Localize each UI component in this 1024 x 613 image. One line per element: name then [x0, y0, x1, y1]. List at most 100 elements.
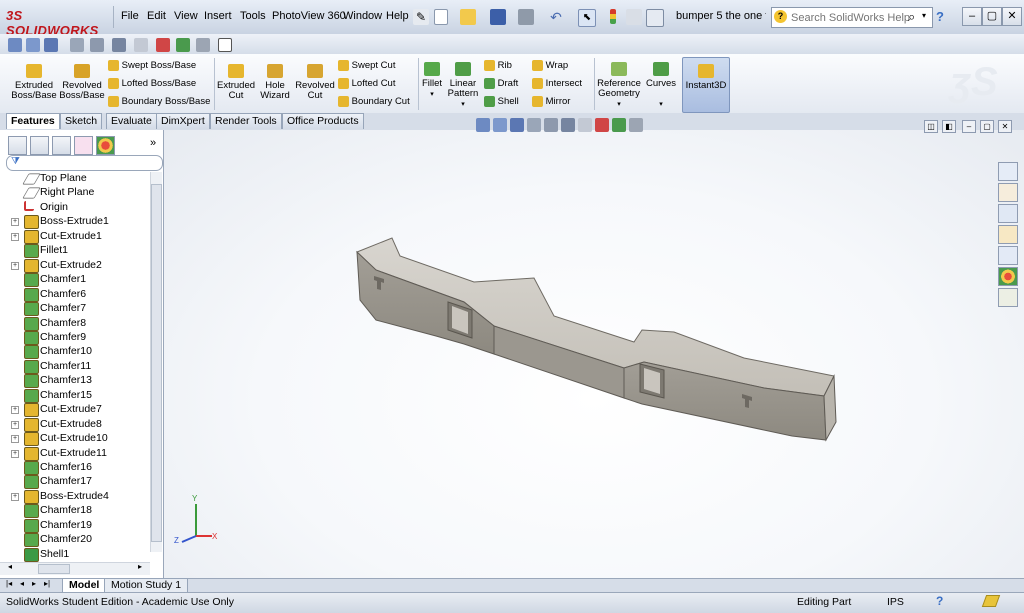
previous-view-icon[interactable]: [44, 38, 58, 52]
draft-button[interactable]: Draft: [484, 78, 518, 89]
tree-filter[interactable]: ⧩: [6, 155, 163, 171]
fillet-button[interactable]: Fillet ▾: [420, 62, 444, 100]
tree-item[interactable]: Chamfer16: [0, 460, 150, 475]
tree-item[interactable]: Chamfer1: [0, 272, 150, 288]
menu-help[interactable]: Help: [386, 10, 409, 22]
scroll-left-icon[interactable]: ◂: [8, 562, 12, 571]
expand-icon[interactable]: +: [11, 218, 19, 227]
swept-boss-button[interactable]: Swept Boss/Base: [108, 60, 196, 71]
mirror-button[interactable]: Mirror: [532, 96, 570, 107]
linear-pattern-button[interactable]: Linear Pattern ▾: [446, 62, 480, 110]
search-input[interactable]: [789, 9, 911, 26]
prev-tab-icon[interactable]: ◂: [20, 579, 24, 588]
tree-item[interactable]: + Cut-Extrude8: [0, 417, 150, 432]
extruded-boss-button[interactable]: Extruded Boss/Base: [10, 64, 58, 101]
last-tab-icon[interactable]: ▸|: [44, 579, 50, 588]
tree-item[interactable]: + Cut-Extrude10: [0, 431, 150, 447]
edit-appearance-icon[interactable]: [156, 38, 170, 52]
undo-icon[interactable]: ↶: [548, 9, 564, 25]
section-view-icon[interactable]: [70, 38, 84, 52]
intersect-button[interactable]: Intersect: [532, 78, 582, 89]
tree-scroll-thumb[interactable]: [151, 184, 162, 542]
tree-item[interactable]: Chamfer10: [0, 344, 150, 360]
menu-view[interactable]: View: [174, 10, 198, 22]
tree-item[interactable]: + Cut-Extrude2: [0, 258, 150, 273]
apply-scene-icon[interactable]: [176, 38, 190, 52]
tree-item[interactable]: Chamfer11: [0, 359, 150, 374]
configuration-manager-tab-icon[interactable]: [52, 136, 71, 155]
feature-manager-tab-icon[interactable]: [8, 136, 27, 155]
hole-wizard-button[interactable]: Hole Wizard: [256, 64, 294, 101]
bottom-tab-motion-study-1[interactable]: Motion Study 1: [104, 578, 189, 593]
tree-item[interactable]: Top Plane: [0, 171, 150, 185]
solidworks-logo[interactable]: 3S SOLIDWORKS: [6, 8, 110, 38]
tab-features[interactable]: Features: [6, 113, 60, 129]
menu-file[interactable]: File: [121, 10, 139, 22]
boundary-cut-button[interactable]: Boundary Cut: [338, 96, 410, 107]
search-dropdown-icon[interactable]: ▾: [922, 11, 926, 20]
expand-icon[interactable]: +: [11, 435, 19, 444]
expand-icon[interactable]: +: [11, 232, 19, 241]
tree-item[interactable]: Chamfer13: [0, 373, 150, 389]
status-units-text[interactable]: IPS: [887, 596, 904, 608]
options-icon[interactable]: [646, 9, 664, 27]
extruded-cut-button[interactable]: Extruded Cut: [216, 64, 256, 101]
status-help-button[interactable]: ?: [936, 594, 943, 608]
cube-icon[interactable]: [218, 38, 232, 52]
tab-office-products[interactable]: Office Products: [282, 113, 364, 129]
rib-button[interactable]: Rib: [484, 60, 512, 71]
tree-item[interactable]: Chamfer15: [0, 388, 150, 403]
view-settings-icon[interactable]: [196, 38, 210, 52]
display-manager-tab-icon[interactable]: [96, 136, 115, 155]
tree-item[interactable]: Chamfer6: [0, 287, 150, 302]
open-document-icon[interactable]: [460, 9, 476, 25]
minimize-button[interactable]: –: [962, 7, 982, 26]
expand-icon[interactable]: +: [11, 406, 19, 415]
save-icon[interactable]: [490, 9, 506, 25]
expand-panel-icon[interactable]: »: [150, 137, 156, 149]
revolved-cut-button[interactable]: Revolved Cut: [294, 64, 336, 101]
rebuild-icon[interactable]: [610, 9, 616, 24]
menu-window[interactable]: Window: [343, 10, 382, 22]
tab-render-tools[interactable]: Render Tools: [210, 113, 282, 129]
lofted-boss-button[interactable]: Lofted Boss/Base: [108, 78, 196, 89]
curves-button[interactable]: Curves ▾: [644, 62, 678, 110]
tree-item[interactable]: Chamfer17: [0, 474, 150, 490]
lofted-cut-button[interactable]: Lofted Cut: [338, 78, 395, 89]
print-icon[interactable]: [518, 9, 534, 25]
boundary-boss-button[interactable]: Boundary Boss/Base: [108, 96, 210, 107]
hide-show-icon[interactable]: [134, 38, 148, 52]
tree-item[interactable]: Chamfer18: [0, 503, 150, 519]
first-tab-icon[interactable]: |◂: [6, 579, 12, 588]
tree-item[interactable]: + Cut-Extrude1: [0, 229, 150, 244]
swept-cut-button[interactable]: Swept Cut: [338, 60, 395, 71]
pin-icon[interactable]: ✎: [413, 9, 429, 25]
menu-edit[interactable]: Edit: [147, 10, 166, 22]
expand-icon[interactable]: +: [11, 261, 19, 270]
expand-icon[interactable]: +: [11, 449, 19, 458]
menu-photoview-360[interactable]: PhotoView 360: [272, 10, 346, 22]
scroll-right-icon[interactable]: ▸: [138, 562, 142, 571]
zoom-area-icon[interactable]: [26, 38, 40, 52]
zoom-to-fit-icon[interactable]: [8, 38, 22, 52]
tree-item[interactable]: + Cut-Extrude11: [0, 446, 150, 461]
tree-item[interactable]: Shell1: [0, 547, 150, 562]
horizontal-scroll-thumb[interactable]: [38, 564, 70, 574]
instant3d-button[interactable]: Instant3D: [682, 57, 730, 113]
tree-item[interactable]: Chamfer9: [0, 330, 150, 345]
expand-icon[interactable]: +: [11, 420, 19, 429]
tree-item[interactable]: Chamfer7: [0, 301, 150, 317]
tab-sketch[interactable]: Sketch: [60, 113, 103, 129]
new-document-icon[interactable]: [434, 9, 448, 25]
tree-item[interactable]: + Boss-Extrude4: [0, 489, 150, 504]
tree-item[interactable]: + Boss-Extrude1: [0, 214, 150, 230]
bumper-model[interactable]: [164, 130, 1024, 578]
reference-geometry-button[interactable]: Reference Geometry ▾: [596, 62, 642, 110]
search-icon[interactable]: ⌕: [908, 9, 915, 25]
wrap-button[interactable]: Wrap: [532, 60, 568, 71]
file-properties-icon[interactable]: [626, 9, 642, 25]
tree-item[interactable]: Right Plane: [0, 185, 150, 200]
select-icon[interactable]: ⬉: [578, 9, 596, 27]
tree-item[interactable]: + Cut-Extrude7: [0, 402, 150, 418]
expand-icon[interactable]: +: [11, 492, 19, 501]
